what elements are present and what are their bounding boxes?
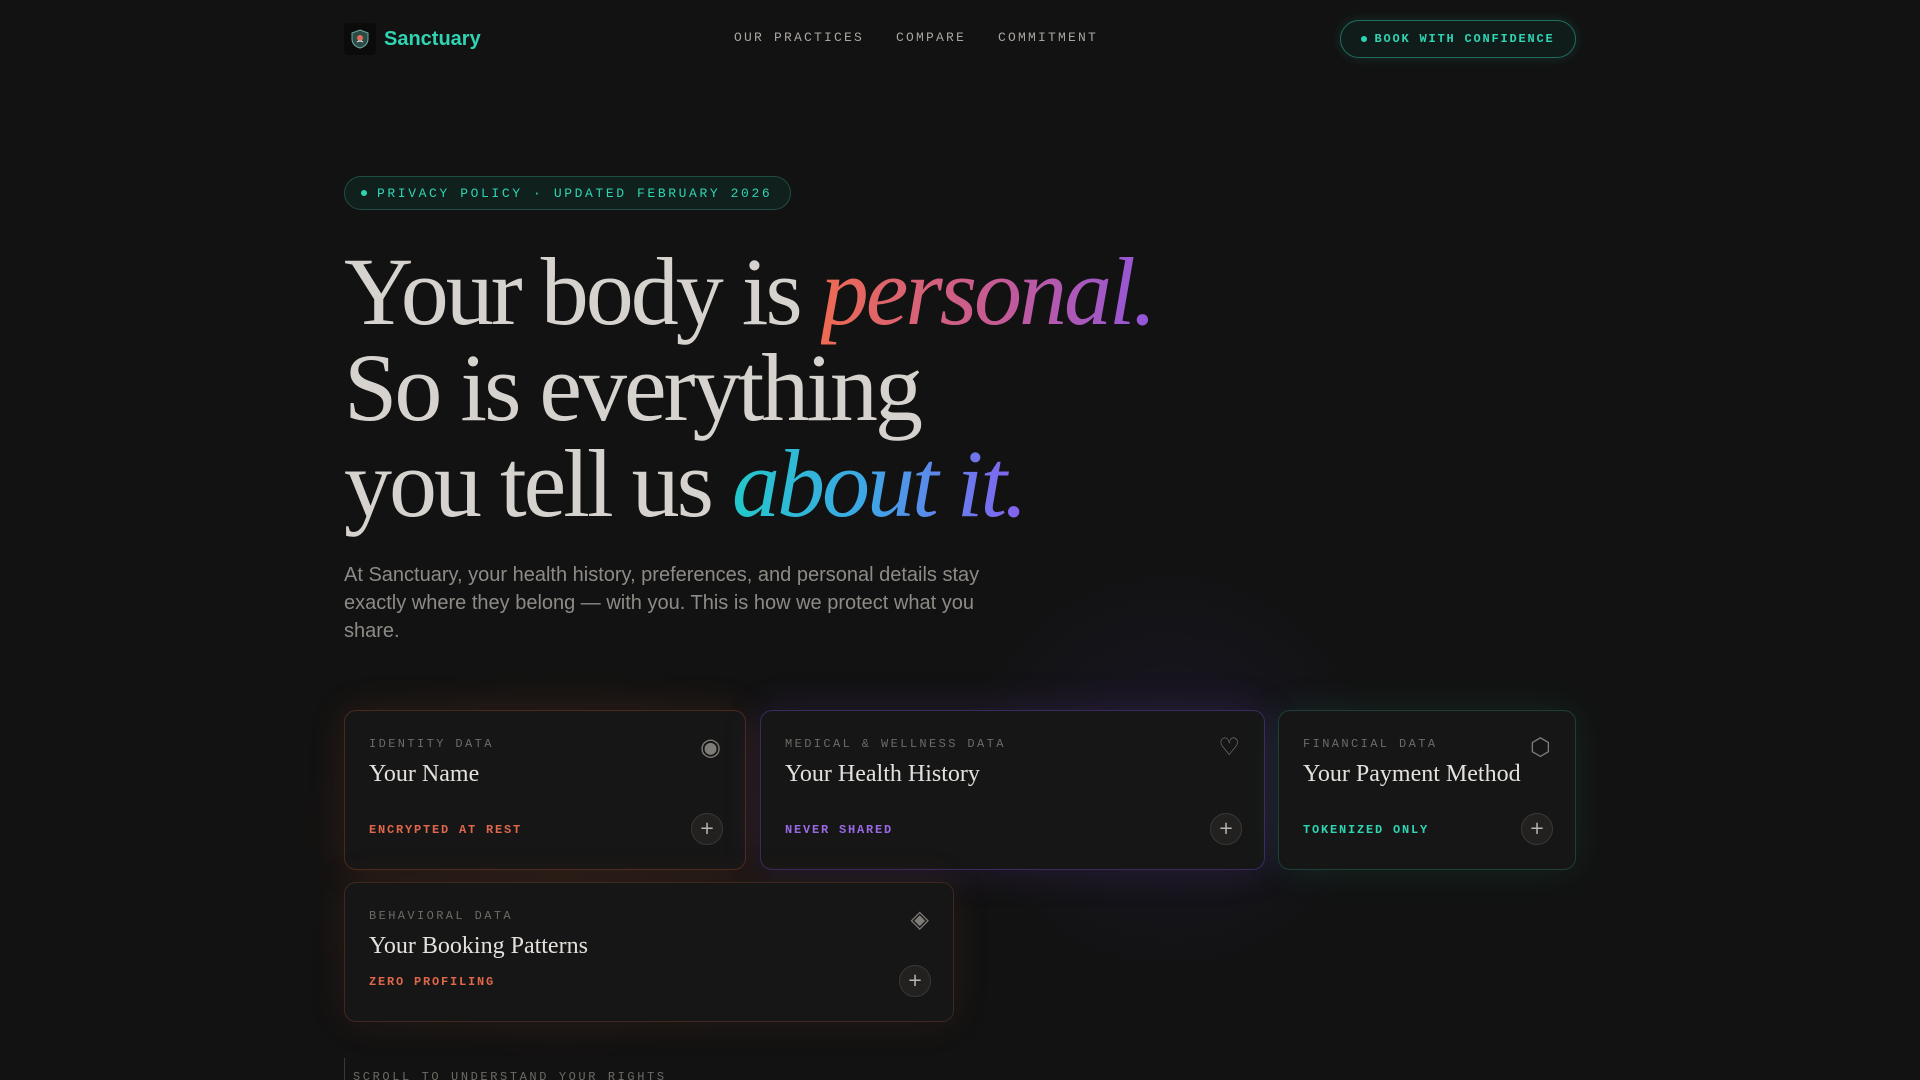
card-title: Your Booking Patterns (369, 933, 588, 959)
badge-dot-icon (361, 190, 367, 196)
nav-links: OUR PRACTICES COMPARE COMMITMENT (734, 30, 1098, 45)
card-protection-tag: ENCRYPTED AT REST (369, 823, 523, 837)
hero-line-2: So is everything (344, 334, 923, 441)
book-with-confidence-button[interactable]: BOOK WITH CONFIDENCE (1340, 20, 1576, 58)
nav-link-compare[interactable]: COMPARE (896, 30, 966, 45)
hero-line-1-text: Your body is (344, 238, 821, 345)
data-card-identity[interactable]: IDENTITY DATA Your Name ENCRYPTED AT RES… (344, 710, 746, 870)
card-category: IDENTITY DATA (369, 737, 494, 751)
expand-card-button[interactable]: + (1210, 813, 1242, 845)
policy-update-badge: PRIVACY POLICY · UPDATED FEBRUARY 2026 (344, 176, 792, 210)
card-protection-tag: NEVER SHARED (785, 823, 894, 837)
target-icon: ◉ (700, 733, 721, 761)
hero-line-3: you tell us about it. (344, 436, 1344, 532)
hero-subtitle: At Sanctuary, your health history, prefe… (344, 564, 980, 642)
expand-card-button[interactable]: + (691, 813, 723, 845)
nav-link-commitment[interactable]: COMMITMENT (998, 30, 1098, 45)
hexagon-icon: ⬡ (1530, 733, 1551, 761)
card-protection-tag: TOKENIZED ONLY (1303, 823, 1430, 837)
hero-headline: Your body is personal. So is everything … (344, 244, 1344, 532)
data-card-financial[interactable]: FINANCIAL DATA Your Payment Method TOKEN… (1278, 710, 1576, 870)
card-title: Your Payment Method (1303, 761, 1521, 787)
nav-link-our-practices[interactable]: OUR PRACTICES (734, 30, 864, 45)
card-protection-tag: ZERO PROFILING (369, 975, 496, 989)
card-title: Your Health History (785, 761, 980, 787)
scroll-hint: SCROLL TO UNDERSTAND YOUR RIGHTS (344, 1058, 667, 1080)
card-category: FINANCIAL DATA (1303, 737, 1438, 751)
hero-line-1: Your body is personal. (344, 244, 1344, 340)
status-dot-icon (1361, 36, 1368, 42)
badge-text: PRIVACY POLICY · UPDATED FEBRUARY 2026 (377, 185, 773, 201)
diamond-icon: ◈ (910, 905, 929, 933)
card-category: MEDICAL & WELLNESS DATA (785, 737, 1006, 751)
expand-card-button[interactable]: + (1521, 813, 1553, 845)
book-button-label: BOOK WITH CONFIDENCE (1374, 32, 1555, 46)
expand-card-button[interactable]: + (899, 965, 931, 997)
data-card-behavioral[interactable]: BEHAVIORAL DATA Your Booking Patterns ZE… (344, 882, 954, 1022)
heart-icon: ♡ (1218, 733, 1240, 761)
shield-icon (344, 23, 376, 55)
data-card-medical[interactable]: MEDICAL & WELLNESS DATA Your Health Hist… (760, 710, 1265, 870)
hero-accent-personal: personal. (821, 238, 1162, 345)
hero-accent-about-it: about it. (732, 430, 1033, 537)
card-category: BEHAVIORAL DATA (369, 909, 514, 923)
hero-line-3-text: you tell us (344, 430, 732, 537)
brand-name: Sanctuary (384, 27, 481, 50)
top-navigation: Sanctuary OUR PRACTICES COMPARE COMMITME… (0, 0, 1920, 80)
card-title: Your Name (369, 761, 480, 787)
brand-logo-link[interactable]: Sanctuary (344, 23, 481, 55)
